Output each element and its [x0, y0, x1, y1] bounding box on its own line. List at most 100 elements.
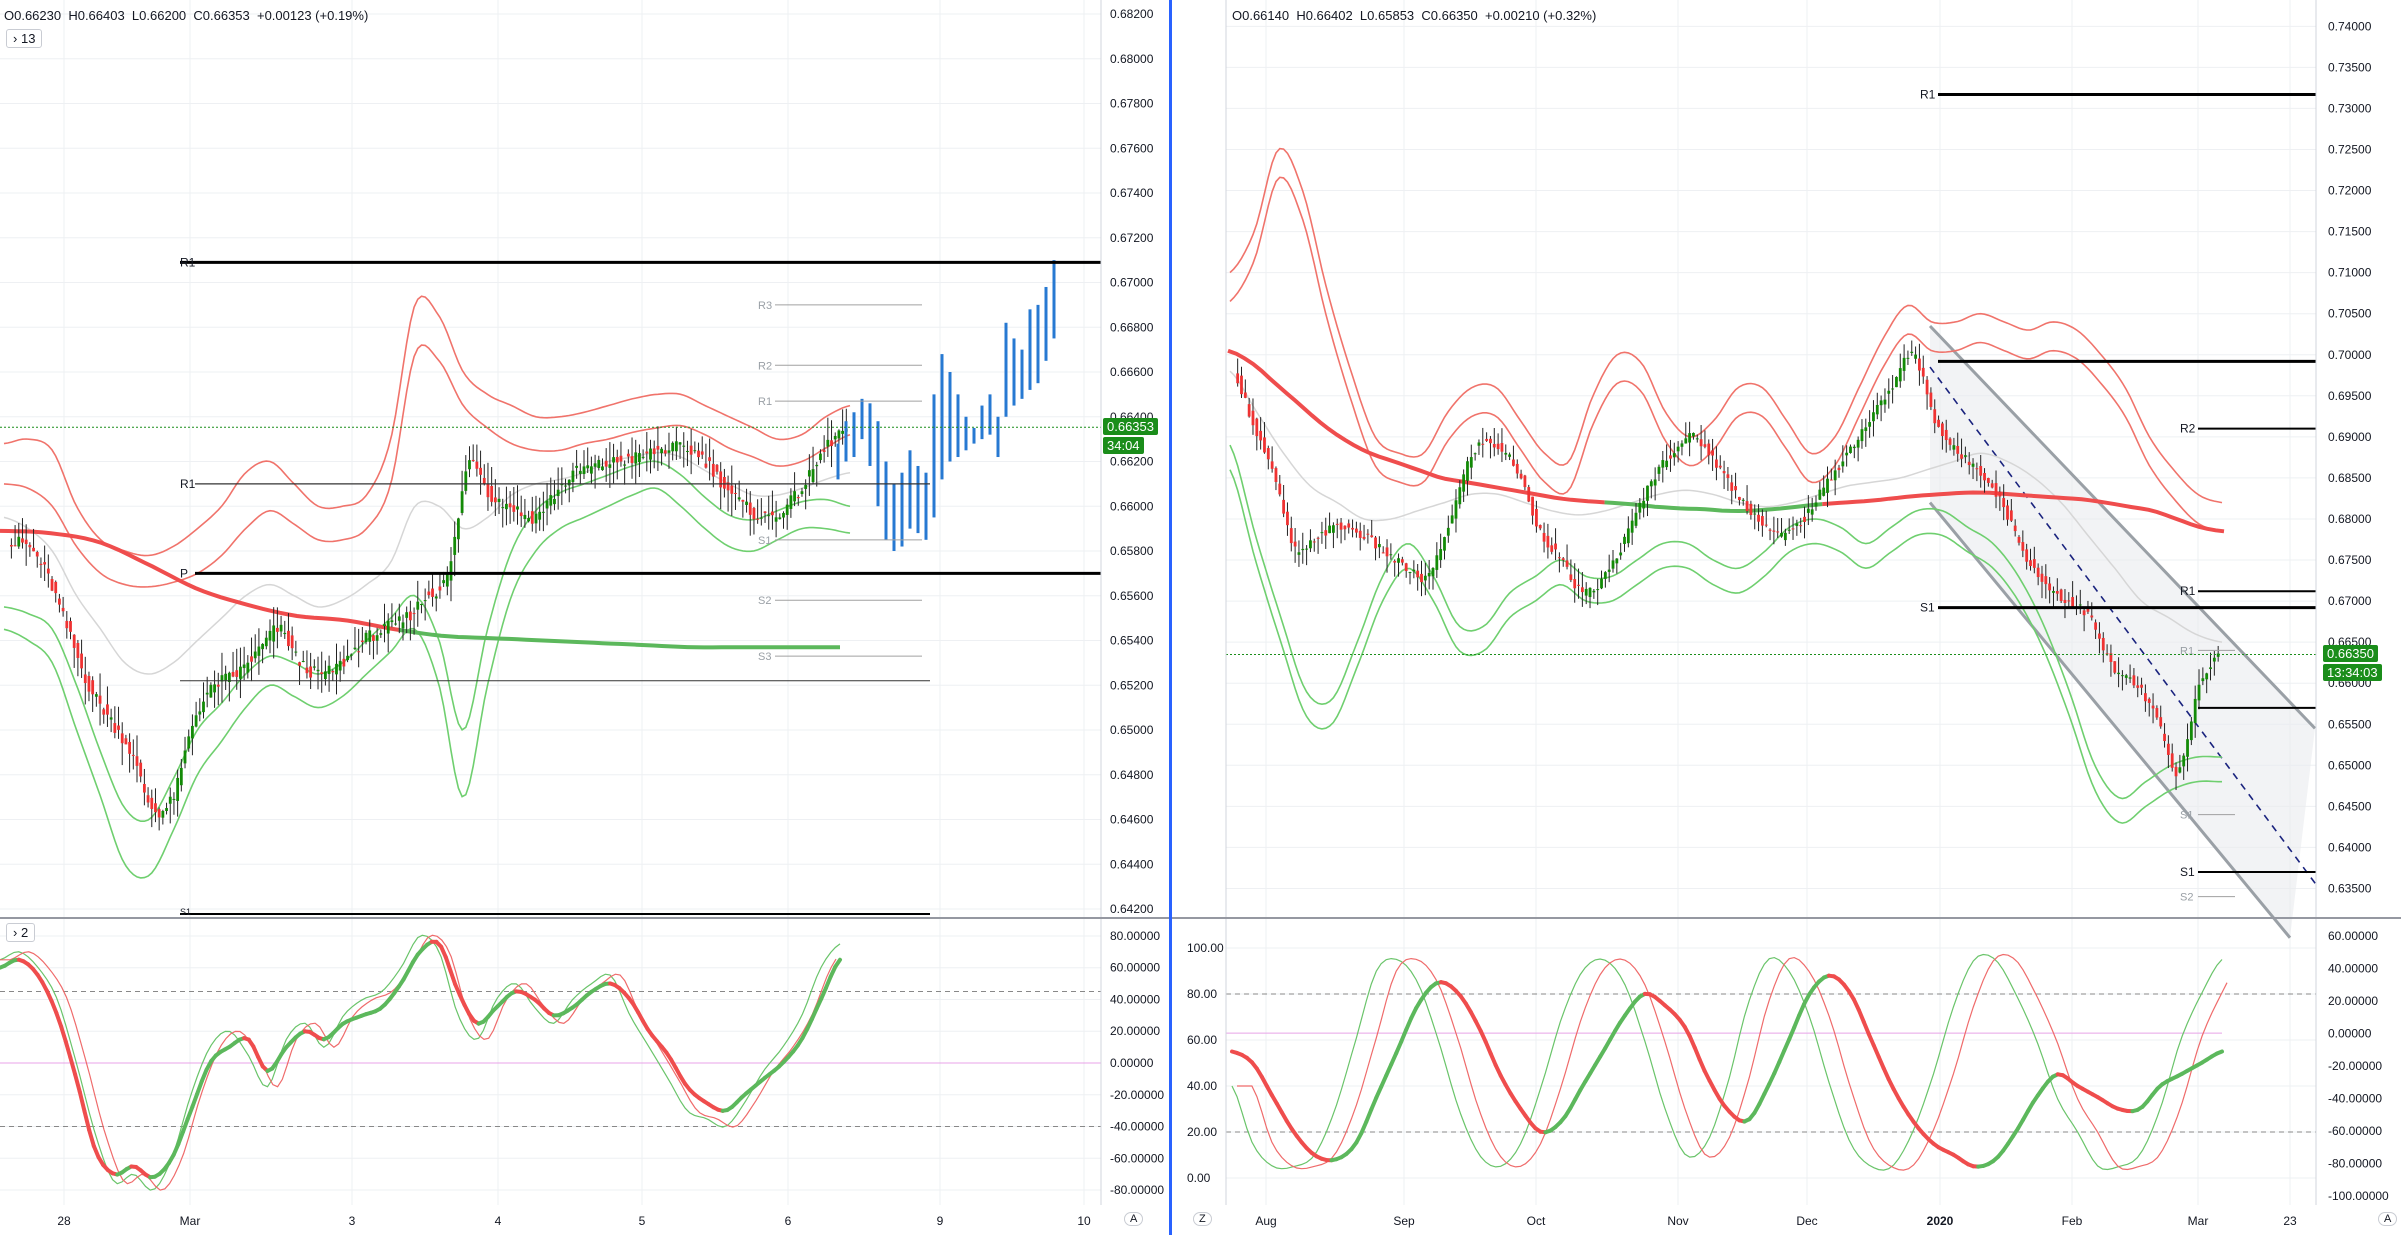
- left-candle-body: [538, 511, 542, 520]
- right-candle-body: [1864, 427, 1868, 431]
- left-y-tick-label: 0.65800: [1110, 544, 1154, 558]
- right-candle-body: [1699, 439, 1703, 447]
- left-candle-body: [191, 725, 194, 739]
- right-candle-body: [1554, 543, 1557, 550]
- left-candle-body: [17, 536, 21, 547]
- left-candle-body: [771, 511, 774, 516]
- left-candle-body: [464, 471, 468, 491]
- right-candle-body: [1879, 400, 1883, 406]
- right-auto-scale-button[interactable]: A: [2378, 1212, 2398, 1226]
- chart-workspace: R1 R1 P R3 R2 R1 S1 S2 S3 S1 R1 R2 R1 S1 S1 R1 S1 S2 0.6…: [0, 0, 2401, 1235]
- right-candle-body: [1351, 527, 1354, 530]
- right-candle-body: [1500, 442, 1504, 452]
- right-candle-body: [1692, 432, 1695, 437]
- right-candle-body: [1335, 523, 1339, 525]
- left-candle-body: [497, 498, 501, 503]
- left-countdown-badge: 34:04: [1103, 437, 1144, 454]
- right-y-tick-label: 0.70500: [2328, 307, 2372, 321]
- right-candle-body: [1642, 500, 1646, 509]
- right-candle-body: [1975, 468, 1979, 470]
- right-candle-body: [2017, 536, 2021, 543]
- left-candle-body: [98, 695, 102, 704]
- right-x-tick-label: 2020: [1927, 1214, 1954, 1228]
- left-candle-body: [545, 500, 549, 509]
- right-candle-body: [1757, 514, 1760, 522]
- right-candle-body: [1634, 512, 1638, 526]
- left-candle-body: [508, 503, 512, 508]
- right-candle-body: [1443, 537, 1446, 551]
- left-candle-body: [479, 467, 482, 475]
- right-candle-body: [1588, 587, 1592, 598]
- left-y-tick-label: 0.65400: [1110, 634, 1154, 648]
- right-candle-body: [1837, 467, 1841, 471]
- right-candle-body: [2078, 604, 2082, 606]
- right-candle-body: [1316, 537, 1320, 539]
- left-candle-body: [453, 536, 457, 555]
- zoom-button[interactable]: Z: [1193, 1212, 1212, 1226]
- left-candle-body: [660, 448, 663, 454]
- right-y-tick-label: 0.69000: [2328, 430, 2372, 444]
- left-auto-scale-button[interactable]: A: [1124, 1212, 1144, 1226]
- right-candle-body: [1466, 461, 1469, 481]
- left-candle-body: [113, 723, 117, 733]
- left-small-pivot-label: R3: [758, 300, 772, 312]
- right-candle-body: [1374, 537, 1377, 549]
- left-candle-body: [32, 547, 35, 552]
- right-candle-body: [1818, 489, 1822, 500]
- right-y-tick-label: 0.71500: [2328, 225, 2372, 239]
- left-osc-y-tick-label: -60.00000: [1110, 1151, 1164, 1165]
- left-y-tick-label: 0.66600: [1110, 365, 1154, 379]
- left-indicators-toggle[interactable]: › 13: [6, 29, 43, 48]
- right-x-tick-label: Mar: [2188, 1214, 2209, 1228]
- left-pane-separator[interactable]: [0, 917, 1169, 919]
- right-candle-body: [2040, 573, 2044, 582]
- right-candle-body: [1293, 541, 1297, 547]
- right-candle-body: [1887, 390, 1891, 394]
- right-y-tick-label: 0.64500: [2328, 799, 2372, 813]
- left-candle-body: [257, 646, 261, 656]
- right-candle-body: [2032, 559, 2036, 568]
- right-candle-body: [1795, 523, 1799, 527]
- right-candle-body: [1266, 448, 1270, 460]
- left-candle-body: [194, 715, 198, 727]
- left-osc-signal: [190, 1092, 200, 1109]
- right-candle-body: [1573, 579, 1577, 589]
- right-candle-body: [1623, 536, 1626, 544]
- left-candle-body: [667, 450, 671, 453]
- left-candle-body: [431, 588, 434, 597]
- right-candle-body: [2189, 721, 2193, 741]
- right-osc-left-tick-label: 0.00: [1187, 1171, 1211, 1185]
- chart-canvas[interactable]: R1 R1 P R3 R2 R1 S1 S2 S3 S1 R1 R2 R1 S1 S1 R1 S1 S2 0.6…: [0, 0, 2401, 1235]
- right-candle-body: [1354, 528, 1358, 533]
- left-candle-body: [671, 442, 675, 452]
- left-candle-body: [235, 670, 239, 677]
- left-projection-bar: [964, 416, 968, 451]
- right-pane-separator[interactable]: [1172, 917, 2401, 919]
- right-candle-body: [2128, 677, 2132, 679]
- left-projection-bar: [836, 443, 840, 480]
- right-candle-body: [1891, 388, 1895, 390]
- left-y-tick-label: 0.64200: [1110, 902, 1154, 916]
- left-candle-body: [305, 667, 309, 674]
- right-candle-body: [1561, 558, 1565, 561]
- right-candle-body: [1856, 439, 1860, 448]
- right-candle-body: [1462, 474, 1466, 492]
- left-candle-body: [154, 803, 157, 813]
- right-candle-body: [1776, 531, 1780, 533]
- left-candle-body: [612, 457, 615, 463]
- left-candle-body: [589, 466, 593, 474]
- left-candle-body: [287, 630, 290, 647]
- left-candle-body: [290, 635, 294, 649]
- right-countdown-badge: 13:34:03: [2323, 664, 2382, 681]
- right-candle-body: [1826, 478, 1829, 493]
- right-candle-body: [2136, 685, 2140, 688]
- left-candle-body: [689, 445, 693, 455]
- right-candle-body: [1956, 445, 1960, 454]
- panel-separator[interactable]: [1169, 0, 1172, 1235]
- right-osc-right-tick-label: -40.00000: [2328, 1092, 2382, 1106]
- left-candle-body: [748, 502, 752, 515]
- right-candle-body: [1841, 461, 1845, 467]
- right-candle-body: [2151, 705, 2155, 709]
- left-osc-toggle[interactable]: › 2: [6, 923, 36, 942]
- left-projection-bar: [956, 394, 960, 458]
